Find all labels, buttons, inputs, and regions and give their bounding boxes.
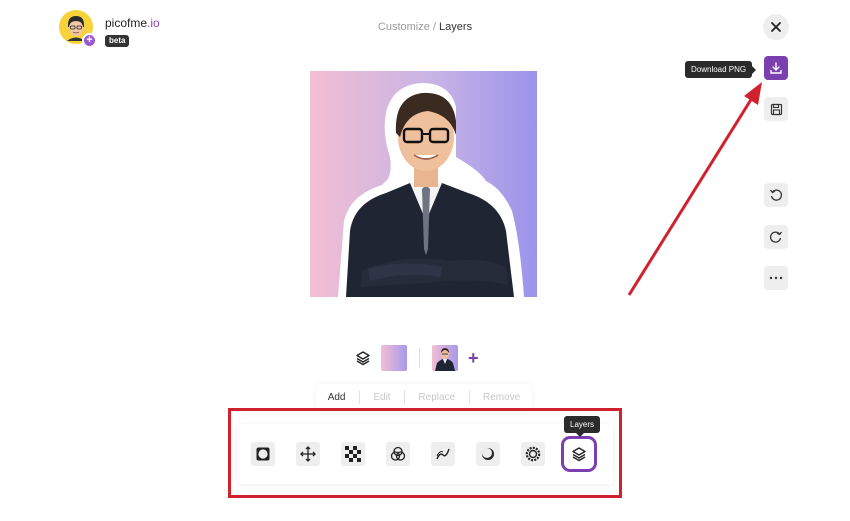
tab-divider (404, 390, 405, 404)
portrait-image (338, 83, 524, 297)
undo-icon (769, 189, 783, 201)
download-icon (770, 62, 782, 74)
save-icon (770, 103, 782, 115)
transparency-tool[interactable] (341, 442, 365, 466)
layers-tooltip: Layers (564, 416, 601, 437)
blend-icon (390, 446, 406, 461)
settings-icon (525, 446, 541, 462)
redo-button[interactable] (764, 225, 788, 249)
tools-panel (237, 424, 613, 484)
undo-button[interactable] (764, 183, 788, 207)
beta-badge: beta (105, 35, 130, 47)
breadcrumb: Customize / Layers (0, 21, 850, 33)
editor-page: + picofme.io beta Customize / Layers Dow… (0, 0, 850, 521)
more-options-button[interactable] (764, 266, 788, 290)
tab-divider (468, 390, 470, 404)
close-icon (771, 22, 781, 32)
tab-add[interactable]: Add (318, 392, 356, 403)
layer-action-tabs: Add Edit Replace Remove (316, 384, 532, 410)
save-button[interactable] (764, 97, 788, 121)
curve-tool[interactable] (431, 442, 455, 466)
add-avatar-icon[interactable]: + (82, 33, 97, 48)
shadow-tool[interactable] (476, 442, 500, 466)
layers-icon[interactable] (355, 350, 371, 366)
frame-tool[interactable] (251, 442, 275, 466)
tab-edit[interactable]: Edit (363, 392, 400, 403)
breadcrumb-current: Layers (439, 21, 473, 33)
tab-replace[interactable]: Replace (408, 392, 465, 403)
move-icon (300, 446, 316, 462)
background-layer-thumb[interactable] (381, 345, 407, 371)
tab-remove[interactable]: Remove (473, 392, 530, 403)
layers-tool[interactable] (561, 436, 597, 472)
settings-tool[interactable] (521, 442, 545, 466)
tab-divider (358, 390, 360, 404)
blend-tool[interactable] (386, 442, 410, 466)
redo-icon (769, 231, 783, 243)
breadcrumb-separator: / (429, 21, 440, 33)
download-tooltip: Download PNG (685, 61, 757, 78)
curve-icon (436, 448, 450, 460)
frame-icon (256, 447, 270, 461)
download-png-button[interactable] (764, 56, 788, 80)
add-layer-button[interactable]: + (468, 349, 479, 367)
breadcrumb-customize[interactable]: Customize (378, 21, 430, 33)
portrait-thumb-image (435, 348, 455, 371)
photo-layer-thumb[interactable] (432, 345, 458, 371)
shadow-icon (482, 448, 494, 460)
layers-icon (572, 447, 586, 462)
layers-strip: + (355, 344, 479, 372)
more-icon (769, 276, 783, 280)
canvas-image[interactable] (310, 71, 537, 297)
transparency-icon (345, 446, 361, 462)
layer-divider (419, 348, 420, 368)
move-tool[interactable] (296, 442, 320, 466)
close-button[interactable] (763, 14, 789, 40)
